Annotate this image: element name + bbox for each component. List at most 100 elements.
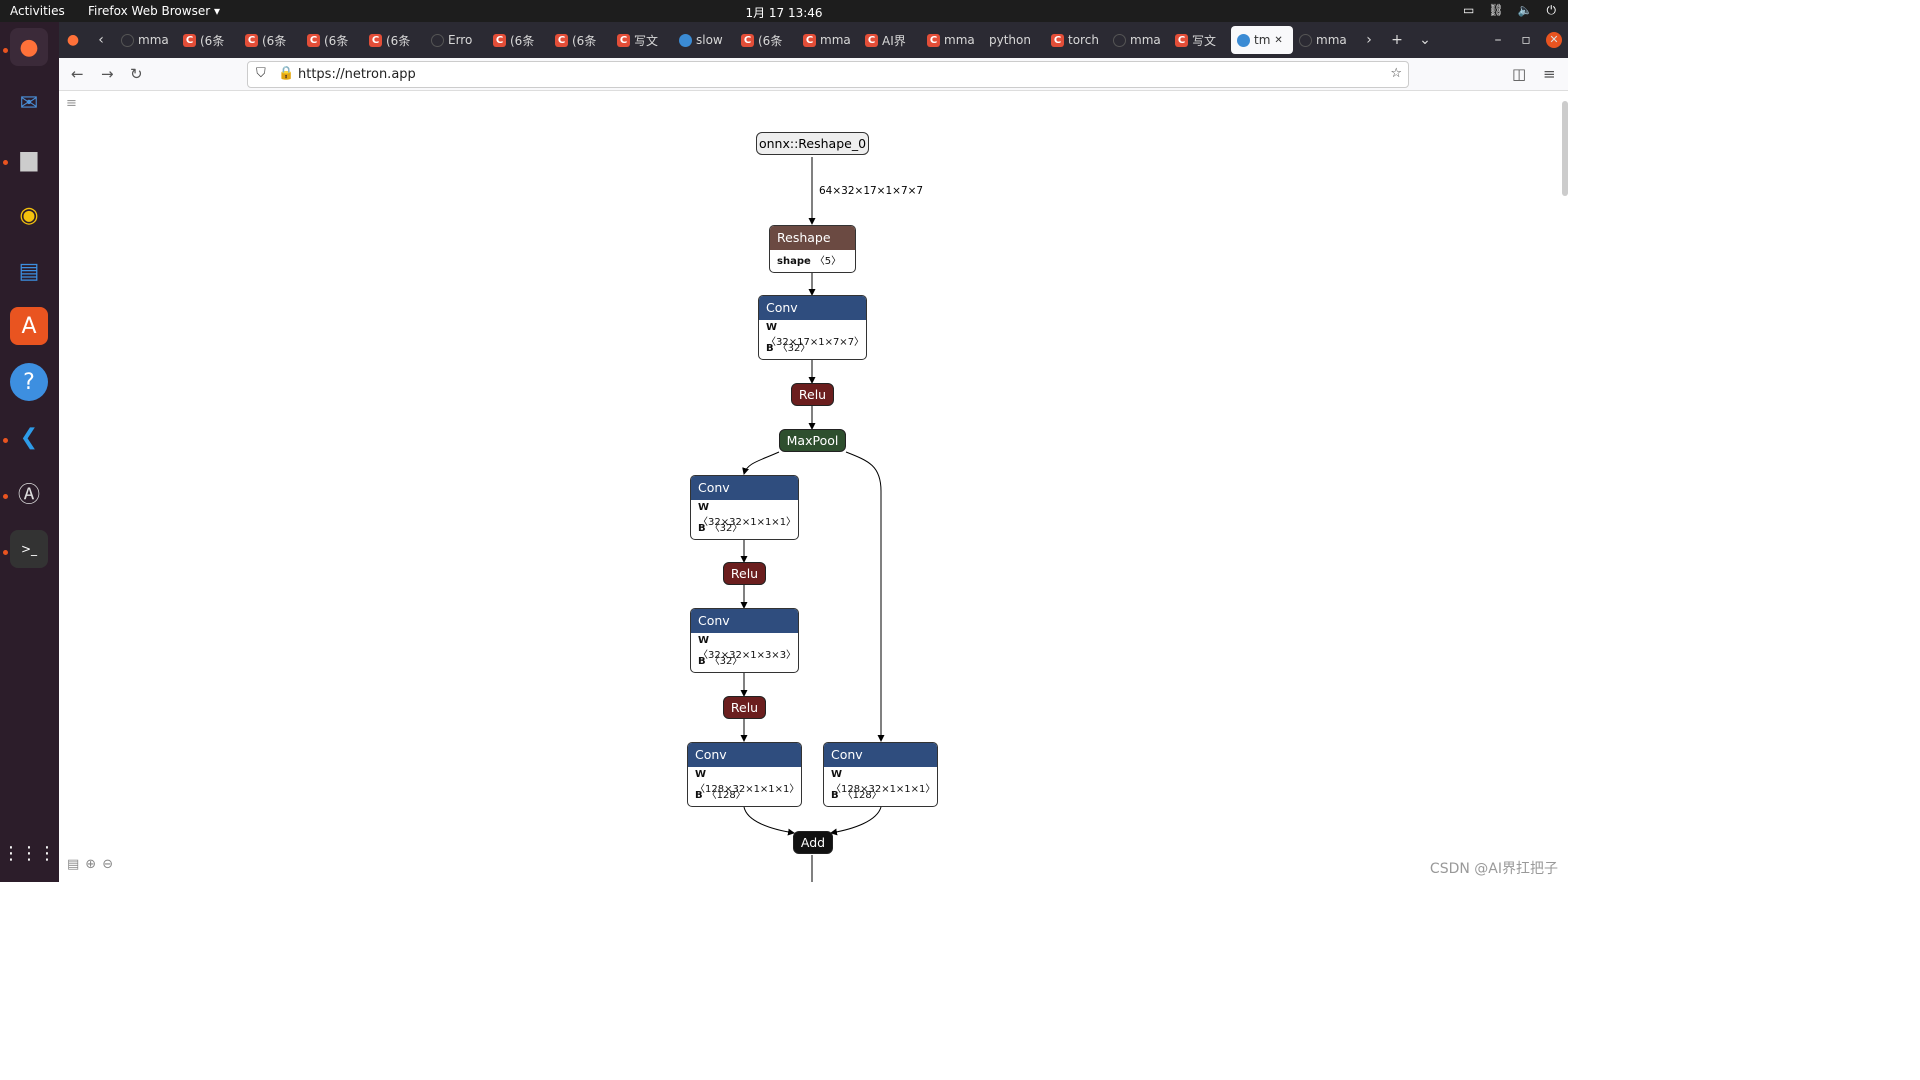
tab-0[interactable]: mma [115,26,177,54]
tab-15[interactable]: Ctorch [1045,26,1107,54]
updater-icon[interactable]: Ⓐ [10,474,48,512]
tab-18[interactable]: tm ✕ [1231,26,1293,54]
tab-17[interactable]: C 写文 [1169,26,1231,54]
firefox-icon[interactable]: ● [10,28,48,66]
tab-10[interactable]: C (6条 [735,26,797,54]
conv-node-2[interactable]: Conv W〈32×32×1×1×1〉 B 〈32〉 [690,475,799,540]
site-favicon-icon [679,33,692,47]
conv-node-4[interactable]: Conv W〈128×32×1×1×1〉 B 〈128〉 [687,742,802,807]
files-icon[interactable]: ▆ [10,140,48,178]
tab-1[interactable]: C (6条 [177,26,239,54]
maxpool-node[interactable]: MaxPool [779,429,846,452]
running-indicator [3,160,8,165]
tab-label: torch [1068,33,1099,47]
csdn-favicon-icon: C [555,33,568,47]
csdn-favicon-icon: C [1175,33,1188,47]
tab-3[interactable]: C (6条 [301,26,363,54]
show-apps-icon[interactable]: ⋮⋮⋮ [2,834,56,872]
shield-icon[interactable]: ⛉ [256,66,266,81]
csdn-favicon-icon: C [865,33,878,47]
minimize-icon[interactable]: – [1484,32,1512,48]
conv-node-5[interactable]: Conv W〈128×32×1×1×1〉 B 〈128〉 [823,742,938,807]
pocket-icon[interactable]: ◫ [1512,65,1526,83]
keyboard-icon[interactable]: ▭ [1463,3,1474,18]
netron-graph-canvas[interactable]: ≡ onnx::Reshape_0 64×32×17×1×7×7 Reshape… [59,91,1568,882]
bookmark-star-icon[interactable]: ☆ [1390,66,1402,81]
tab-4[interactable]: C (6条 [363,26,425,54]
tab-label: Erro [448,33,473,47]
system-tray[interactable]: ▭ ⛓ 🔈 ⏻ [1463,3,1556,18]
appcenter-icon[interactable]: A [10,307,48,345]
tab-2[interactable]: C (6条 [239,26,301,54]
tab-scroll-right-icon[interactable]: › [1355,32,1383,48]
vscode-icon[interactable]: ❮ [10,418,48,456]
tab-label: (6条 [200,33,225,48]
edge-shape-label: 64×32×17×1×7×7 [819,185,924,197]
csdn-favicon-icon: C [307,33,320,47]
tab-12[interactable]: C AI界 [859,26,921,54]
network-icon[interactable]: ⛓ [1488,3,1503,18]
tab-13[interactable]: Cmma [921,26,983,54]
csdn-favicon-icon: C [369,33,382,47]
rhythmbox-icon[interactable]: ◉ [10,196,48,234]
conv-node-1[interactable]: Conv W〈32×17×1×7×7〉 B 〈32〉 [758,295,867,360]
url-bar[interactable]: ⛉ 🔒 https://netron.app ☆ [247,61,1409,88]
list-tabs-icon[interactable]: ⌄ [1411,32,1439,48]
restore-icon[interactable]: ▫ [1512,32,1540,48]
tab-label: (6条 [758,33,783,48]
vertical-scrollbar[interactable] [1562,101,1568,196]
tab-7[interactable]: C (6条 [549,26,611,54]
zoom-in-icon[interactable]: ⊕ [85,857,96,872]
url-text[interactable]: https://netron.app [298,67,416,82]
zoom-out-icon[interactable]: ⊖ [102,857,113,872]
tab-label: (6条 [572,33,597,48]
volume-icon[interactable]: 🔈 [1518,3,1533,18]
menu-icon[interactable]: ≡ [1543,65,1556,83]
lock-icon[interactable]: 🔒 [278,66,294,81]
tab-14[interactable]: python [983,26,1045,54]
tab-9[interactable]: slow [673,26,735,54]
node-title: Conv [691,476,798,500]
new-tab-icon[interactable]: + [1383,32,1411,48]
csdn-favicon-icon: C [741,33,754,47]
tab-label: slow [696,33,723,47]
tab-scroll-left-icon[interactable]: ‹ [87,32,115,48]
power-icon[interactable]: ⏻ [1547,3,1557,18]
properties-icon[interactable]: ▤ [67,857,79,872]
tab-label: 写文 [634,33,659,48]
csdn-favicon-icon: C [927,33,940,47]
help-icon[interactable]: ? [10,363,48,401]
conv-node-3[interactable]: Conv W〈32×32×1×3×3〉 B 〈32〉 [690,608,799,673]
node-title: Conv [824,743,937,767]
tab-5[interactable]: Erro [425,26,487,54]
writer-icon[interactable]: ▤ [10,252,48,290]
tab-19[interactable]: mma [1293,26,1355,54]
add-node[interactable]: Add [793,831,833,854]
tab-16[interactable]: mma [1107,26,1169,54]
relu-node-1[interactable]: Relu [791,383,834,406]
tab-11[interactable]: Cmma [797,26,859,54]
close-window-icon[interactable]: ✕ [1546,32,1562,48]
running-indicator [3,48,8,53]
thunderbird-icon[interactable]: ✉ [10,84,48,122]
relu-node-3[interactable]: Relu [723,696,766,719]
tab-label: AI界 [882,33,906,48]
back-icon[interactable]: ← [71,65,84,83]
relu-node-2[interactable]: Relu [723,562,766,585]
tab-8[interactable]: C 写文 [611,26,673,54]
graph-input-node[interactable]: onnx::Reshape_0 [756,132,869,155]
github-favicon-icon [1113,33,1126,47]
tab-label: mma [820,33,851,47]
tab-label: 写文 [1192,33,1217,48]
tab-6[interactable]: C (6条 [487,26,549,54]
csdn-favicon-icon: C [617,33,630,47]
navigation-toolbar: ← → ↻ ⛉ 🔒 https://netron.app ☆ ◫ ≡ [59,58,1568,91]
forward-icon[interactable]: → [101,65,114,83]
reshape-node[interactable]: Reshape shape 〈5〉 [769,225,856,273]
reload-icon[interactable]: ↻ [130,65,143,83]
close-tab-icon[interactable]: ✕ [1274,35,1282,46]
node-title: Reshape [770,226,855,250]
terminal-icon[interactable]: >_ [10,530,48,568]
firefox-view-icon[interactable]: ● [59,32,87,48]
clock[interactable]: 1月 17 13:46 [0,4,1568,21]
